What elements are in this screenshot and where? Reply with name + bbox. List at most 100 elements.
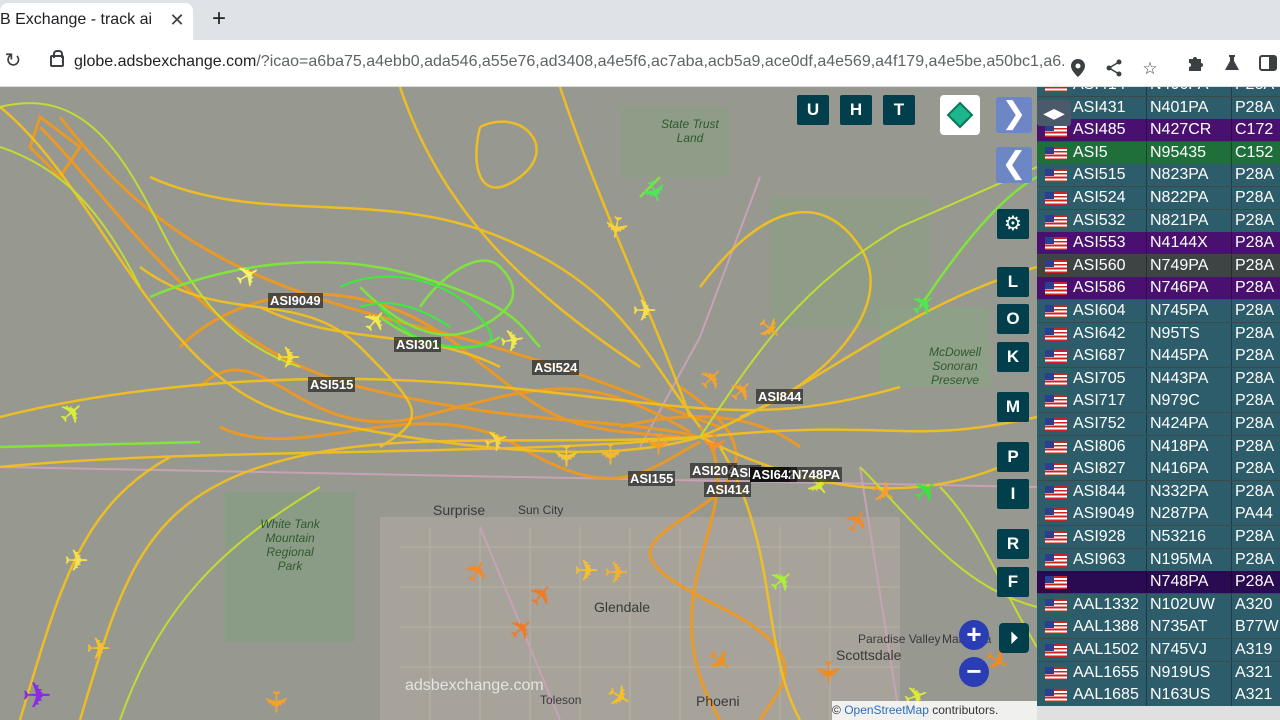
aircraft-icon[interactable]: ✈ <box>597 212 634 242</box>
table-row[interactable]: ASI604 N745PA P28A <box>1037 300 1280 322</box>
table-row[interactable]: ASI806 N418PA P28A <box>1037 435 1280 458</box>
toggle-f-button[interactable]: F <box>997 567 1029 597</box>
toggle-i-button[interactable]: I <box>997 479 1029 509</box>
table-row[interactable]: ASI752 N424PA P28A <box>1037 413 1280 435</box>
address-bar[interactable]: globe.adsbexchange.com/?icao=a6ba75,a4eb… <box>38 45 1168 81</box>
side-panel-icon[interactable] <box>1258 54 1278 74</box>
table-row[interactable]: ASI9049 N287PA PA44 <box>1037 503 1280 526</box>
aircraft-icon[interactable]: ✈ <box>64 547 89 577</box>
toggle-o-button[interactable]: O <box>997 304 1029 334</box>
table-row[interactable]: AAL1332 N102UW A320 <box>1037 593 1280 616</box>
location-pin-icon[interactable] <box>1068 59 1088 79</box>
table-row[interactable]: ASI642 N95TS P28A <box>1037 322 1280 345</box>
table-row[interactable]: ASI553 N4144X P28A <box>1037 232 1280 255</box>
zoom-out-button[interactable]: − <box>959 657 989 687</box>
toggle-p-button[interactable]: P <box>997 442 1029 472</box>
lock-icon[interactable] <box>50 50 64 67</box>
flight-map[interactable]: State Trust Land White Tank Mountain Reg… <box>0 87 1037 720</box>
callsign-cell: ASI431 <box>1073 98 1126 116</box>
table-row[interactable]: AAL1685 N163US A321 <box>1037 684 1280 707</box>
aircraft-label-n748pa[interactable]: N748PA <box>790 467 843 482</box>
table-row[interactable]: AAL1655 N919US A321 <box>1037 661 1280 684</box>
map-layers-button[interactable] <box>940 95 980 135</box>
table-row[interactable]: ASI532 N821PA P28A <box>1037 209 1280 232</box>
new-tab-button[interactable]: + <box>206 7 232 33</box>
aircraft-icon[interactable]: ✈ <box>259 689 292 714</box>
aircraft-icon[interactable]: ✈ <box>811 659 844 684</box>
aircraft-icon[interactable]: ✈ <box>632 297 657 327</box>
toggle-r-button[interactable]: R <box>997 529 1029 559</box>
collapse-sidebar-icon[interactable]: ◀▶ <box>1037 100 1071 126</box>
table-row[interactable]: ASI586 N746PA P28A <box>1037 277 1280 300</box>
table-row[interactable]: ASI705 N443PA P28A <box>1037 367 1280 390</box>
table-row[interactable]: AAL1502 N745VJ A319 <box>1037 639 1280 661</box>
toggle-m-button[interactable]: M <box>997 392 1029 422</box>
aircraft-icon[interactable]: ✈ <box>549 443 582 468</box>
prev-panel-arrow-button[interactable]: ❮ <box>996 147 1032 183</box>
table-row[interactable]: ASI560 N749PA P28A <box>1037 254 1280 277</box>
callsign-cell: ASI9049 <box>1073 505 1135 523</box>
horizontal-scrollbar[interactable] <box>1037 706 1280 720</box>
column-divider <box>1146 232 1147 255</box>
aircraft-label-asi9049[interactable]: ASI9049 <box>268 293 323 308</box>
close-tab-icon[interactable]: ✕ <box>166 9 188 31</box>
replay-icon[interactable]: ⏵ <box>999 623 1029 653</box>
column-divider <box>1146 254 1147 277</box>
table-row[interactable]: ASI717 N979C P28A <box>1037 390 1280 413</box>
aircraft-icon[interactable]: ✈ <box>593 441 626 466</box>
column-divider <box>1146 503 1147 526</box>
aircraft-icon[interactable]: ✈ <box>86 635 111 665</box>
toggle-h-button[interactable]: H <box>840 95 872 125</box>
registration-cell: N95435 <box>1150 143 1207 161</box>
aircraft-label-asi844[interactable]: ASI844 <box>756 389 804 404</box>
next-panel-arrow-button[interactable]: ❯ <box>996 97 1032 133</box>
table-row[interactable]: ASI524 N822PA P28A <box>1037 187 1280 209</box>
aircraft-icon[interactable]: ✈ <box>574 557 599 587</box>
url-text[interactable]: globe.adsbexchange.com/?icao=a6ba75,a4eb… <box>74 53 1064 71</box>
table-row[interactable]: ASI963 N195MA P28A <box>1037 548 1280 571</box>
table-row[interactable]: ASI515 N823PA P28A <box>1037 164 1280 187</box>
toggle-t-button[interactable]: T <box>883 95 915 125</box>
table-row[interactable]: ASI827 N416PA P28A <box>1037 458 1280 481</box>
us-flag-icon <box>1045 237 1067 251</box>
toggle-l-button[interactable]: L <box>997 267 1029 297</box>
openstreetmap-link[interactable]: OpenStreetMap <box>844 703 929 717</box>
aircraft-icon[interactable]: ✈ <box>276 344 301 374</box>
zoom-in-button[interactable]: + <box>959 620 989 650</box>
callsign-cell: ASI806 <box>1073 437 1126 455</box>
registration-cell: N102UW <box>1150 595 1215 613</box>
bookmark-star-icon[interactable]: ☆ <box>1140 59 1160 79</box>
table-row[interactable]: ASI687 N445PA P28A <box>1037 345 1280 368</box>
reload-icon[interactable]: ↻ <box>2 50 24 72</box>
selected-aircraft-icon[interactable]: ✈ <box>22 678 52 714</box>
table-row[interactable]: ASI928 N53216 P28A <box>1037 526 1280 548</box>
tab-adsb-exchange[interactable]: B Exchange - track ai ✕ <box>0 3 193 40</box>
us-flag-icon <box>1045 418 1067 431</box>
table-row[interactable]: N748PA P28A <box>1037 571 1280 594</box>
settings-gear-icon[interactable]: ⚙ <box>997 209 1029 239</box>
extensions-puzzle-icon[interactable] <box>1186 54 1206 74</box>
share-icon[interactable] <box>1104 59 1124 79</box>
toggle-k-button[interactable]: K <box>997 342 1029 372</box>
column-divider <box>1231 390 1232 413</box>
aircraft-label-asi155[interactable]: ASI155 <box>628 471 676 486</box>
aircraft-icon[interactable]: ✈ <box>697 431 730 456</box>
table-row[interactable]: ASI431 N401PA P28A <box>1037 96 1280 119</box>
aircraft-icon[interactable]: ✈ <box>641 431 674 456</box>
callsign-cell: ASI604 <box>1073 302 1126 319</box>
aircraft-label-asi301[interactable]: ASI301 <box>394 337 442 352</box>
column-divider <box>1146 413 1147 435</box>
labs-flask-icon[interactable] <box>1222 54 1242 74</box>
table-row[interactable]: ASI485 N427CR C172 <box>1037 119 1280 142</box>
table-row[interactable]: ASI844 N332PA P28A <box>1037 480 1280 503</box>
aircraft-icon[interactable]: ✈ <box>497 323 527 360</box>
table-row[interactable]: ASI5 N95435 C152 <box>1037 141 1280 164</box>
aircraft-label-asi524[interactable]: ASI524 <box>532 360 580 375</box>
us-flag-icon <box>1045 621 1067 635</box>
aircraft-label-asi515[interactable]: ASI515 <box>308 377 356 392</box>
table-row[interactable]: ASI414 N406PA P28A <box>1037 87 1280 96</box>
aircraft-icon[interactable]: ✈ <box>604 559 629 589</box>
aircraft-label-asi414[interactable]: ASI414 <box>704 482 752 497</box>
table-row[interactable]: AAL1388 N735AT B77W <box>1037 616 1280 639</box>
toggle-u-button[interactable]: U <box>797 95 829 125</box>
